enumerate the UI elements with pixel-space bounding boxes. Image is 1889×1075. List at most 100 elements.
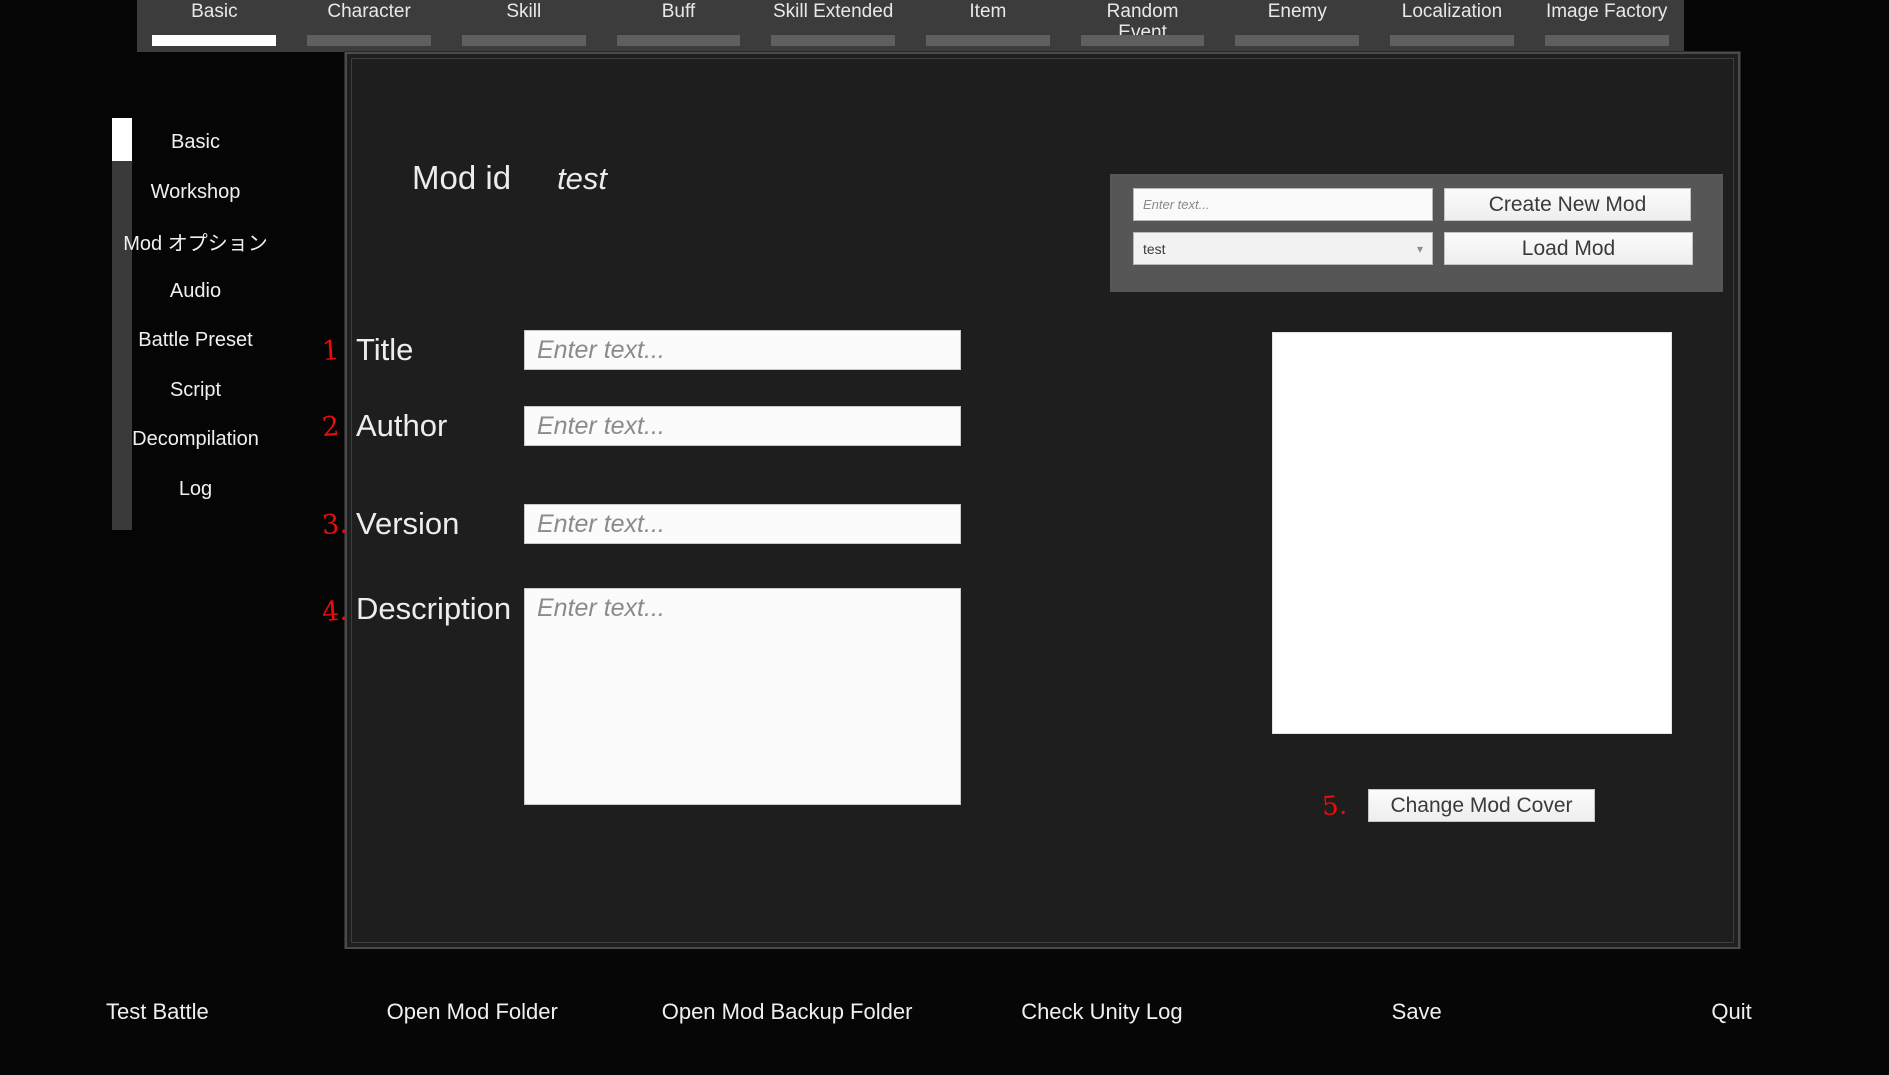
tab-buff[interactable]: Buff: [601, 0, 756, 52]
tab-localization[interactable]: Localization: [1375, 0, 1530, 52]
tab-label: Skill Extended: [772, 1, 894, 22]
sidebar: Basic Workshop Mod オプション Audio Battle Pr…: [108, 118, 283, 530]
tab-label: Image Factory: [1545, 1, 1668, 22]
title-placeholder: Enter text...: [537, 336, 665, 364]
new-mod-name-input[interactable]: Enter text...: [1133, 188, 1433, 221]
title-label: Title: [356, 332, 414, 367]
annotation-number-2: 2: [320, 410, 341, 443]
form-row-title: 1 Title Enter text...: [320, 330, 961, 370]
top-tab-bar: Basic Character Skill Buff Skill Extende…: [137, 0, 1684, 52]
description-textarea[interactable]: Enter text...: [524, 588, 961, 805]
sidebar-item-label: Script: [169, 378, 222, 401]
tab-indicator: [1235, 35, 1360, 46]
tab-random-event[interactable]: Random Event: [1065, 0, 1220, 52]
mod-id-row: Mod id test: [412, 159, 607, 197]
tab-indicator: [461, 35, 586, 46]
open-mod-folder-label: Open Mod Folder: [386, 999, 558, 1024]
sidebar-item-label: Mod オプション: [123, 233, 268, 256]
tab-image-factory[interactable]: Image Factory: [1529, 0, 1684, 52]
tab-label: Localization: [1401, 1, 1503, 22]
description-placeholder: Enter text...: [537, 594, 665, 622]
tab-indicator: [1080, 35, 1205, 46]
check-unity-log-label: Check Unity Log: [1021, 999, 1183, 1024]
change-mod-cover-button[interactable]: Change Mod Cover: [1368, 789, 1595, 822]
tab-enemy[interactable]: Enemy: [1220, 0, 1375, 52]
tab-indicator: [616, 35, 741, 46]
tab-indicator: [925, 35, 1050, 46]
tab-skill[interactable]: Skill: [446, 0, 601, 52]
tab-label: Enemy: [1267, 1, 1327, 22]
new-mod-name-placeholder: Enter text...: [1143, 197, 1210, 212]
mod-select-value: test: [1143, 240, 1166, 257]
annotation-number-5: 5.: [1320, 789, 1348, 822]
quit-label: Quit: [1711, 999, 1752, 1024]
create-mod-row: Enter text... Create New Mod: [1133, 188, 1700, 221]
title-input[interactable]: Enter text...: [524, 330, 961, 370]
save-label: Save: [1391, 999, 1442, 1024]
sidebar-item-label: Battle Preset: [138, 329, 253, 352]
sidebar-item-label: Log: [178, 477, 213, 500]
tab-active-indicator: [152, 35, 277, 46]
create-new-mod-button[interactable]: Create New Mod: [1444, 188, 1691, 221]
open-mod-backup-folder-button[interactable]: Open Mod Backup Folder: [630, 999, 945, 1025]
form-row-author: 2 Author Enter text...: [320, 406, 961, 446]
load-mod-label: Load Mod: [1521, 236, 1616, 260]
chevron-down-icon: ▾: [1416, 241, 1423, 256]
sidebar-item-log[interactable]: Log: [108, 465, 283, 515]
tab-basic[interactable]: Basic: [137, 0, 292, 52]
author-label: Author: [356, 408, 448, 443]
check-unity-log-button[interactable]: Check Unity Log: [944, 999, 1259, 1025]
author-input[interactable]: Enter text...: [524, 406, 961, 446]
sidebar-item-label: Workshop: [150, 180, 241, 203]
description-label: Description: [356, 591, 512, 626]
sidebar-item-decompilation[interactable]: Decompilation: [108, 415, 283, 465]
sidebar-item-basic[interactable]: Basic: [108, 118, 283, 168]
version-placeholder: Enter text...: [537, 510, 665, 538]
test-battle-button[interactable]: Test Battle: [0, 999, 315, 1025]
sidebar-item-battle-preset[interactable]: Battle Preset: [108, 316, 283, 366]
change-mod-cover-label: Change Mod Cover: [1390, 793, 1573, 817]
tab-label: Character: [327, 1, 411, 22]
sidebar-item-mod-options[interactable]: Mod オプション: [108, 217, 283, 267]
tab-indicator: [307, 35, 431, 46]
mod-cover-image[interactable]: [1272, 332, 1672, 734]
annotation-number-1: 1: [320, 334, 341, 367]
tab-skill-extended[interactable]: Skill Extended: [756, 0, 911, 52]
load-mod-button[interactable]: Load Mod: [1444, 232, 1693, 265]
change-cover-row: 5. Change Mod Cover: [1320, 789, 1595, 822]
test-battle-label: Test Battle: [106, 999, 209, 1024]
mod-id-label: Mod id: [412, 159, 512, 196]
create-new-mod-label: Create New Mod: [1488, 192, 1647, 216]
open-mod-backup-folder-label: Open Mod Backup Folder: [661, 999, 913, 1024]
tab-indicator: [771, 35, 896, 46]
annotation-number-3: 3.: [320, 507, 349, 541]
form-row-description: 4. Description Enter text...: [321, 588, 961, 805]
tab-item[interactable]: Item: [911, 0, 1066, 52]
save-button[interactable]: Save: [1259, 999, 1574, 1025]
tab-indicator: [1390, 35, 1514, 46]
sidebar-item-script[interactable]: Script: [108, 366, 283, 416]
sidebar-item-list: Basic Workshop Mod オプション Audio Battle Pr…: [108, 118, 283, 514]
sidebar-item-label: Audio: [169, 279, 222, 302]
open-mod-folder-button[interactable]: Open Mod Folder: [315, 999, 630, 1025]
version-label: Version: [356, 506, 460, 541]
tab-label: Basic: [191, 1, 238, 22]
tab-label: Item: [969, 1, 1007, 22]
app-root: Basic Character Skill Buff Skill Extende…: [0, 0, 1889, 1075]
sidebar-item-label: Basic: [171, 131, 220, 154]
tab-label: Skill: [506, 1, 542, 22]
tab-label: Buff: [661, 1, 696, 22]
sidebar-item-workshop[interactable]: Workshop: [108, 168, 283, 218]
quit-button[interactable]: Quit: [1574, 999, 1889, 1025]
version-input[interactable]: Enter text...: [524, 504, 961, 544]
form-row-version: 3. Version Enter text...: [320, 504, 961, 544]
sidebar-item-audio[interactable]: Audio: [108, 267, 283, 317]
mod-select-dropdown[interactable]: test ▾: [1133, 232, 1433, 265]
bottom-action-bar: Test Battle Open Mod Folder Open Mod Bac…: [0, 949, 1889, 1075]
load-mod-row: test ▾ Load Mod: [1133, 232, 1700, 265]
author-placeholder: Enter text...: [537, 412, 665, 440]
sidebar-item-label: Decompilation: [132, 428, 259, 451]
tab-character[interactable]: Character: [292, 0, 447, 52]
create-load-mod-panel: Enter text... Create New Mod test ▾ Load…: [1110, 174, 1723, 292]
mod-id-value: test: [557, 161, 608, 196]
